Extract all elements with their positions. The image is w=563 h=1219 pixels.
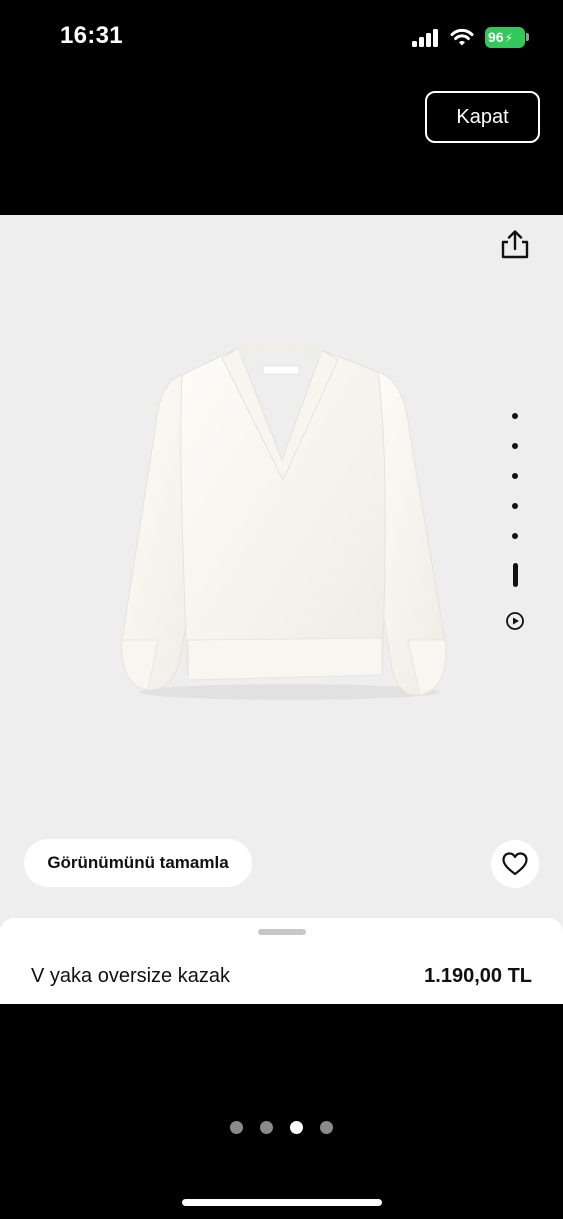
page-dot[interactable]: [320, 1121, 333, 1134]
signal-icon: [412, 29, 440, 47]
page-dot[interactable]: [260, 1121, 273, 1134]
gallery-dot-active[interactable]: [512, 563, 518, 587]
gallery-indicator[interactable]: [505, 405, 525, 645]
status-time: 16:31: [60, 22, 123, 49]
gallery-dot[interactable]: [512, 473, 518, 479]
wifi-icon: [450, 28, 474, 46]
gallery-dot[interactable]: [512, 413, 518, 419]
page-dot-active[interactable]: [290, 1121, 303, 1134]
sheet-handle[interactable]: [258, 929, 306, 935]
gallery-dot[interactable]: [512, 443, 518, 449]
status-bar: 16:31 96⚡: [0, 0, 563, 76]
sweater-image: [121, 342, 447, 700]
product-price: 1.190,00 TL: [424, 965, 532, 987]
play-circle-icon[interactable]: [505, 611, 525, 631]
battery-level: 96: [488, 29, 504, 45]
battery-nub: [526, 33, 529, 41]
home-indicator[interactable]: [182, 1199, 382, 1206]
close-button[interactable]: Kapat: [425, 91, 540, 143]
bolt-icon: ⚡: [504, 31, 514, 45]
gallery-dot[interactable]: [512, 533, 518, 539]
product-name: V yaka oversize kazak: [31, 965, 230, 987]
gallery-dot[interactable]: [512, 503, 518, 509]
page-dot[interactable]: [230, 1121, 243, 1134]
complete-look-button[interactable]: Görünümünü tamamla: [24, 839, 252, 887]
battery-icon: 96⚡: [485, 27, 525, 48]
page-indicator[interactable]: [230, 1121, 340, 1135]
heart-icon: [502, 852, 528, 876]
share-icon[interactable]: [496, 226, 534, 264]
favorite-button[interactable]: [491, 840, 539, 888]
